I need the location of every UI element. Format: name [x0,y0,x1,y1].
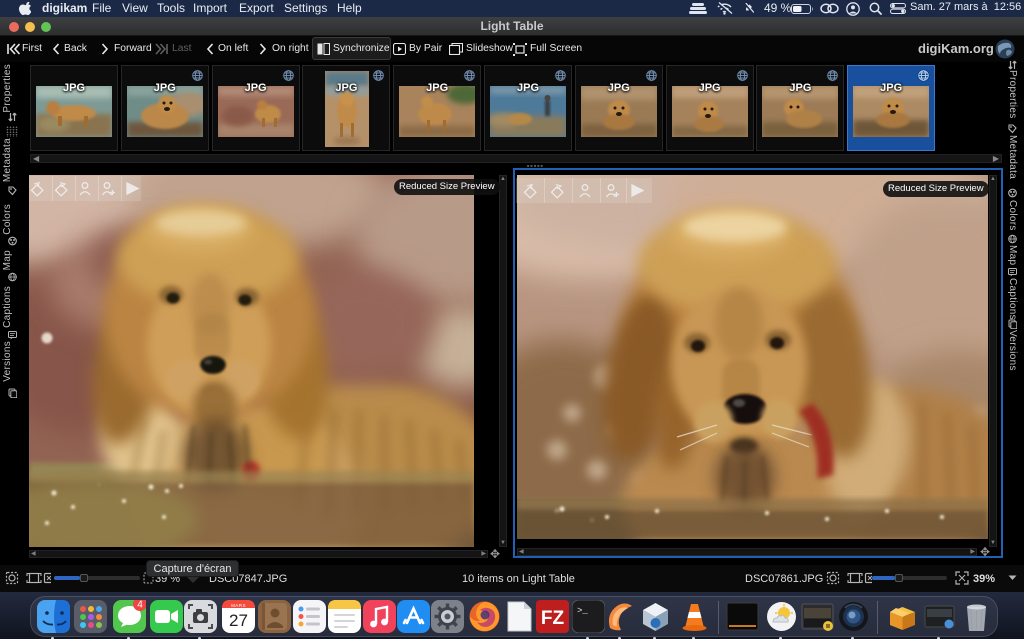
svg-text:4: 4 [137,600,143,611]
svg-text:MARS: MARS [231,603,246,608]
svg-text:27: 27 [229,611,248,630]
svg-text:>_: >_ [577,606,588,616]
svg-text:FZ: FZ [540,608,564,629]
